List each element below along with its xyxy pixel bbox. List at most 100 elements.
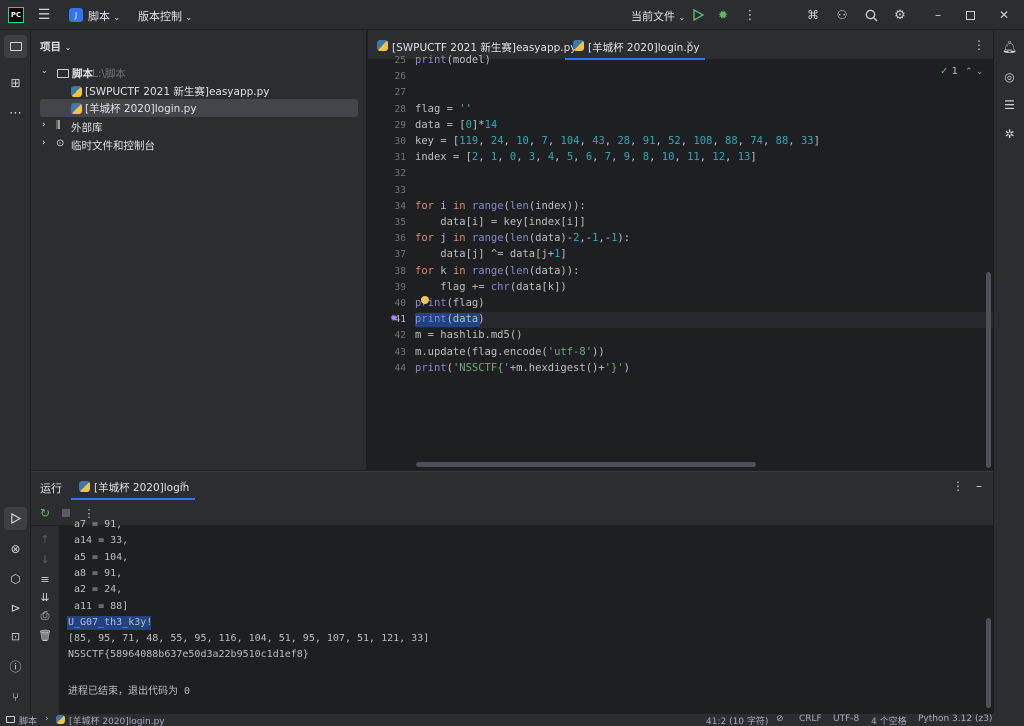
- code-line[interactable]: print(model): [415, 54, 491, 66]
- vertical-scrollbar[interactable]: [986, 272, 991, 468]
- interpreter[interactable]: Python 3.12 (z3): [918, 714, 992, 724]
- terminal-icon[interactable]: ⊡: [4, 625, 27, 648]
- arrow-down-icon[interactable]: ↓: [38, 552, 52, 566]
- tree-item-file[interactable]: [SWPUCTF 2021 新生赛]easyapp.py: [31, 82, 367, 100]
- code-line[interactable]: data[i] = key[index[i]]: [415, 216, 585, 228]
- code-line[interactable]: for i in range(len(index)):: [415, 200, 586, 212]
- main-menu-icon[interactable]: ☰: [36, 7, 52, 23]
- tree-item-scratches[interactable]: › ⊙ 临时文件和控制台: [31, 136, 367, 154]
- search-icon[interactable]: [863, 7, 879, 23]
- debug-icon[interactable]: ✹: [715, 7, 731, 23]
- inspection-widget[interactable]: ✓ 1 ⌃ ⌄: [940, 66, 983, 77]
- run-tab[interactable]: [羊城杯 2020]login ✕: [71, 472, 195, 500]
- breadcrumb-root[interactable]: 脚本: [19, 714, 37, 726]
- line-number[interactable]: 36: [395, 233, 406, 244]
- hide-panel-icon[interactable]: –: [972, 479, 986, 493]
- line-number[interactable]: 27: [395, 87, 406, 98]
- maximize-icon[interactable]: [962, 7, 978, 23]
- horizontal-scrollbar[interactable]: [416, 462, 756, 467]
- add-user-icon[interactable]: ⚇: [834, 7, 850, 23]
- vcs-widget[interactable]: 版本控制 ⌄: [138, 8, 192, 24]
- code-line[interactable]: flag += chr(data[k]): [415, 281, 566, 293]
- code-line[interactable]: m = hashlib.md5(): [415, 329, 522, 341]
- output-scrollbar[interactable]: [986, 618, 991, 708]
- line-number[interactable]: 31: [395, 152, 406, 163]
- services-icon[interactable]: ⊳: [4, 596, 27, 619]
- code-line[interactable]: data[j] ^= data[j+1]: [415, 248, 566, 260]
- line-number[interactable]: 43: [395, 347, 406, 358]
- close-tab-icon[interactable]: ✕: [180, 480, 188, 490]
- code-line[interactable]: print(data): [415, 313, 485, 325]
- trash-icon[interactable]: 🗑︎: [38, 628, 52, 642]
- breakpoint-debug-icon[interactable]: ✹: [390, 314, 398, 324]
- more-icon[interactable]: ⋮: [82, 506, 96, 520]
- settings-gear-icon[interactable]: ⚙: [892, 7, 908, 23]
- line-number[interactable]: 28: [395, 104, 406, 115]
- chevron-down-icon[interactable]: ⌄: [976, 67, 984, 77]
- git-icon[interactable]: ⑂: [4, 685, 27, 708]
- caret-position[interactable]: 41:2 (10 字符): [706, 714, 768, 726]
- structure-tool-icon[interactable]: ⊞: [4, 71, 27, 94]
- readonly-lock-icon[interactable]: ⊘: [776, 714, 784, 724]
- python-packages-icon[interactable]: ⊗: [4, 537, 27, 560]
- ai-chat-icon[interactable]: ◎: [998, 65, 1021, 88]
- app-logo[interactable]: PC: [8, 7, 24, 23]
- line-number[interactable]: 44: [395, 363, 406, 374]
- tree-item-file-selected[interactable]: [羊城杯 2020]login.py: [40, 99, 358, 117]
- line-number[interactable]: 25: [395, 55, 406, 66]
- rerun-icon[interactable]: ↻: [38, 506, 52, 520]
- run-icon[interactable]: [690, 7, 706, 23]
- line-number[interactable]: 39: [395, 282, 406, 293]
- code-line[interactable]: flag = '': [415, 103, 472, 115]
- problems-icon[interactable]: ⓘ: [4, 655, 27, 678]
- chevron-up-icon[interactable]: ⌃: [965, 67, 973, 77]
- line-number[interactable]: 33: [395, 185, 406, 196]
- line-number[interactable]: 32: [395, 168, 406, 179]
- tree-item-external-libraries[interactable]: › ⫼ 外部库: [31, 118, 367, 136]
- database-icon[interactable]: ☰: [998, 93, 1021, 116]
- minimize-icon[interactable]: –: [930, 7, 946, 23]
- project-widget[interactable]: 脚本 ⌄: [88, 8, 120, 24]
- code-line[interactable]: key = [119, 24, 10, 7, 104, 43, 28, 91, …: [415, 135, 820, 147]
- line-separator[interactable]: CRLF: [799, 714, 822, 724]
- close-icon[interactable]: ✕: [996, 7, 1012, 23]
- ai-assistant-icon[interactable]: ⌘: [805, 7, 821, 23]
- code-line[interactable]: print('NSSCTF{'+m.hexdigest()+'}'): [415, 362, 630, 374]
- more-tabs-icon[interactable]: ⋮: [972, 38, 986, 52]
- notifications-icon[interactable]: 🔔︎: [998, 35, 1021, 58]
- sciview-icon[interactable]: ✲: [998, 122, 1021, 145]
- project-tool-icon[interactable]: [4, 35, 27, 58]
- print-icon[interactable]: ⎙: [38, 609, 52, 623]
- code-line[interactable]: index = [2, 1, 0, 3, 4, 5, 6, 7, 9, 8, 1…: [415, 151, 757, 163]
- line-number[interactable]: 38: [395, 266, 406, 277]
- close-tab-icon[interactable]: ✕: [686, 40, 694, 50]
- line-number[interactable]: 37: [395, 249, 406, 260]
- intention-bulb-icon[interactable]: [421, 296, 429, 304]
- breadcrumb-file[interactable]: [羊城杯 2020]login.py: [69, 714, 165, 726]
- line-number[interactable]: 34: [395, 201, 406, 212]
- stop-icon[interactable]: [59, 506, 73, 520]
- code-line[interactable]: data = [0]*14: [415, 119, 497, 131]
- file-encoding[interactable]: UTF-8: [833, 714, 859, 724]
- more-tools-icon[interactable]: ⋯: [4, 102, 27, 125]
- scroll-to-end-icon[interactable]: ⇊: [38, 590, 52, 604]
- more-options-icon[interactable]: ⋮: [951, 479, 965, 493]
- run-config-selector[interactable]: 当前文件 ⌄: [631, 8, 685, 24]
- run-tool-icon[interactable]: [4, 507, 27, 530]
- arrow-up-icon[interactable]: ↑: [38, 532, 52, 546]
- soft-wrap-icon[interactable]: ≡: [38, 572, 52, 586]
- python-console-icon[interactable]: ⬡: [4, 567, 27, 590]
- tree-item-root-folder[interactable]: ⌄ 脚本 L:\脚本: [31, 64, 367, 82]
- code-line[interactable]: for j in range(len(data)-2,-1,-1):: [415, 232, 630, 244]
- code-line[interactable]: m.update(flag.encode('utf-8')): [415, 346, 605, 358]
- line-number[interactable]: 42: [395, 330, 406, 341]
- line-number[interactable]: 26: [395, 71, 406, 82]
- more-icon[interactable]: ⋮: [742, 7, 758, 23]
- line-number[interactable]: 30: [395, 136, 406, 147]
- line-number[interactable]: 40: [395, 298, 406, 309]
- code-line[interactable]: for k in range(len(data)):: [415, 265, 579, 277]
- line-number[interactable]: 29: [395, 120, 406, 131]
- tab-login[interactable]: [羊城杯 2020]login.py ✕: [565, 30, 705, 60]
- line-number[interactable]: 35: [395, 217, 406, 228]
- project-panel-header[interactable]: 项目 ⌄: [40, 39, 71, 54]
